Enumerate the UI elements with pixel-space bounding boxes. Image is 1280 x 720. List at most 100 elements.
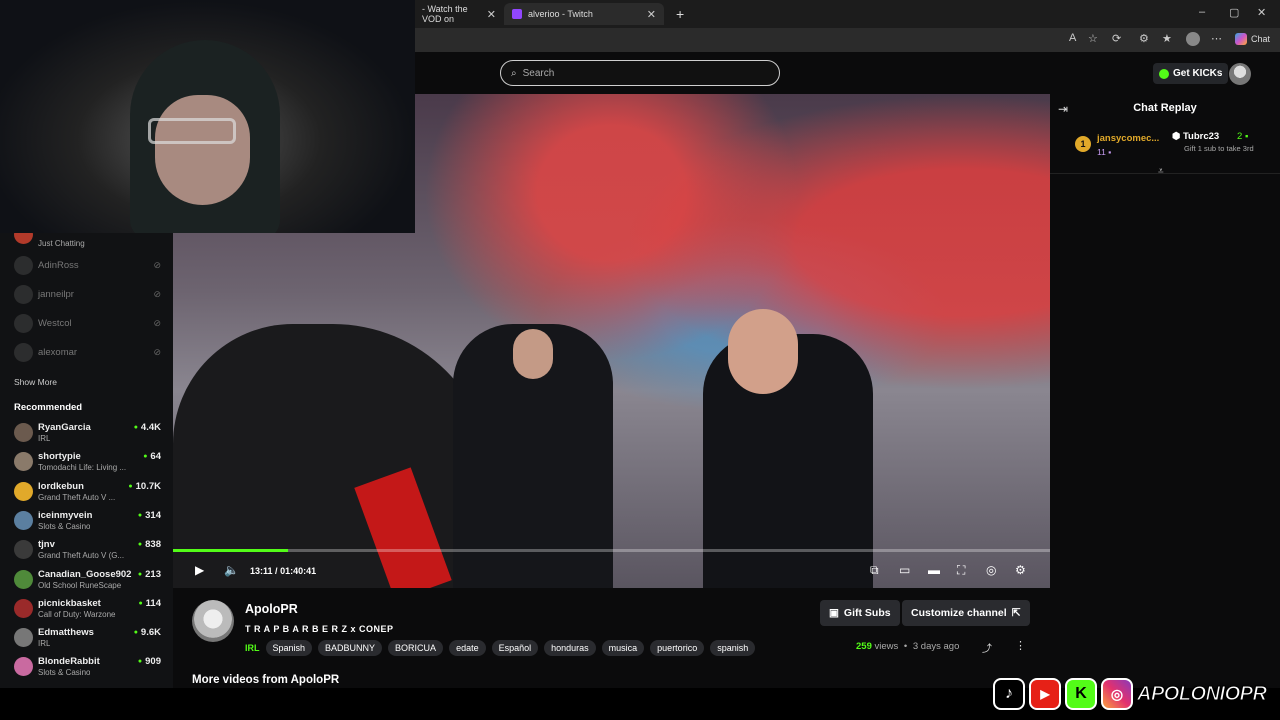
sidebar-recommended-item[interactable]: BlondeRabbitSlots & Casino 909: [14, 654, 164, 680]
sidebar-recommended-item[interactable]: RyanGarciaIRL 4.4K: [14, 420, 164, 446]
expand-leaderboard-icon[interactable]: ⩡: [1158, 166, 1164, 177]
sidebar-item-westcol[interactable]: Westcol ⊘: [14, 311, 164, 337]
social-handle: APOLONIOPR: [1136, 682, 1267, 705]
window-close-icon[interactable]: ✕: [1257, 6, 1266, 19]
tag-chip[interactable]: Spanish: [265, 640, 313, 656]
sidebar-recommended-item[interactable]: Canadian_Goose902Old School RuneScape 213: [14, 567, 164, 593]
sidebar-item-alexomar[interactable]: alexomar ⊘: [14, 340, 164, 366]
sidebar-recommended-item[interactable]: tjnvGrand Theft Auto V (G... 838: [14, 537, 164, 563]
close-icon[interactable]: ✕: [487, 8, 496, 21]
theater-mode-icon[interactable]: ▬: [928, 563, 940, 577]
chat-title: Chat Replay: [1133, 102, 1197, 114]
sidebar-item-category: Slots & Casino: [38, 521, 91, 531]
sidebar-recommended-item[interactable]: shortypieTomodachi Life: Living ... 64: [14, 449, 164, 475]
fullscreen-icon[interactable]: ⛶: [957, 563, 965, 578]
tiktok-icon: ♪: [993, 678, 1025, 710]
webcam-overlay: [0, 0, 415, 233]
customize-channel-button[interactable]: Customize channel ⇱: [902, 600, 1030, 626]
tag-chip[interactable]: Español: [491, 640, 539, 656]
sidebar-item-category: IRL: [38, 434, 51, 443]
get-kicks-button[interactable]: Get KICKs: [1153, 63, 1229, 84]
browser-tab-vod[interactable]: - Watch the VOD on ✕: [414, 3, 504, 25]
minimize-icon[interactable]: –: [1199, 6, 1205, 18]
video-progress-bar[interactable]: [173, 549, 1050, 552]
sidebar-item-category: Grand Theft Auto V (G...: [38, 551, 125, 561]
new-tab-button[interactable]: +: [668, 3, 692, 25]
refresh-icon[interactable]: ⟳: [1112, 32, 1121, 45]
leaderboard-name[interactable]: ⬢ Tubrc23: [1172, 131, 1219, 142]
time-current: 13:11: [250, 566, 273, 576]
close-icon[interactable]: ✕: [647, 8, 656, 21]
user-avatar[interactable]: [1229, 63, 1251, 85]
webcam-glasses: [148, 118, 236, 144]
webcam-face: [155, 95, 250, 205]
tag-chip[interactable]: BORICUA: [388, 640, 444, 656]
chat-panel: ⇥ Chat Replay 1 jansycomec... 11 ▪ ⬢ Tub…: [1050, 94, 1280, 688]
tag-chip[interactable]: honduras: [544, 640, 596, 656]
leaderboard-name[interactable]: jansycomec...: [1097, 133, 1159, 144]
separator-dot: •: [903, 641, 908, 652]
copilot-button[interactable]: Chat: [1234, 33, 1270, 45]
channel-name[interactable]: ApoloPR: [245, 602, 298, 616]
kicks-icon: [1159, 68, 1169, 79]
search-icon: ⌕: [511, 67, 517, 79]
search-placeholder: Search: [522, 67, 555, 79]
youtube-icon: ▶: [1029, 678, 1061, 710]
sidebar-item-name: janneilpr: [38, 289, 74, 300]
sidebar-recommended-item[interactable]: iceinmyveinSlots & Casino 314: [14, 508, 164, 534]
mini-player-icon[interactable]: ⧉: [870, 563, 879, 578]
leaderboard-count: 2 ▪: [1237, 131, 1248, 142]
volume-icon[interactable]: 🔈: [224, 563, 239, 577]
viewer-count: 9.6K: [134, 627, 161, 638]
tab-label: - Watch the VOD on: [422, 4, 468, 24]
sidebar-item-adinross[interactable]: AdinRoss ⊘: [14, 253, 164, 279]
time-separator: /: [275, 566, 278, 576]
search-input[interactable]: ⌕ Search: [500, 60, 780, 86]
sidebar-recommended-item[interactable]: picnickbasketCall of Duty: Warzone 114: [14, 596, 164, 622]
extensions-icon[interactable]: ⚙: [1139, 32, 1149, 45]
clip-icon[interactable]: ▭: [899, 563, 910, 577]
tag-chip[interactable]: edate: [449, 640, 486, 656]
viewer-count: 64: [143, 451, 161, 462]
playback-speed-icon[interactable]: ◎: [986, 563, 996, 577]
avatar: [14, 452, 33, 472]
category-link[interactable]: IRL: [245, 643, 260, 653]
video-stats: 259 views • 3 days ago: [856, 641, 959, 652]
share-icon[interactable]: ⤴: [982, 640, 992, 655]
show-more-button[interactable]: Show More: [14, 377, 57, 387]
favorite-star-icon[interactable]: ☆: [1088, 32, 1098, 45]
channel-avatar[interactable]: [192, 600, 234, 642]
external-link-icon: ⇱: [1011, 607, 1021, 619]
sidebar-recommended-item[interactable]: EdmatthewsIRL 9.6K: [14, 625, 164, 651]
tag-chip[interactable]: spanish: [710, 640, 756, 656]
shield-icon: ⬢: [1172, 131, 1181, 142]
settings-gear-icon[interactable]: ⚙: [1015, 563, 1026, 577]
customize-label: Customize channel: [911, 607, 1007, 619]
gift-subs-button[interactable]: ▣ Gift Subs: [820, 600, 900, 626]
sidebar-recommended-item[interactable]: lordkebunGrand Theft Auto V ... 10.7K: [14, 479, 164, 505]
leaderboard-name-text: Tubrc23: [1182, 131, 1220, 142]
tag-chip[interactable]: musica: [601, 640, 645, 656]
more-icon[interactable]: ⋯: [1211, 32, 1222, 45]
play-icon[interactable]: ▶: [195, 563, 204, 577]
avatar: [14, 628, 33, 648]
gift-count: 2: [1237, 131, 1243, 142]
tag-chip[interactable]: BADBUNNY: [318, 640, 383, 656]
more-options-icon[interactable]: ⋮: [1015, 639, 1026, 652]
collections-icon[interactable]: ★: [1162, 32, 1172, 45]
sidebar-item-name: RyanGarcia: [38, 422, 91, 433]
gift-icon: ▪: [1244, 131, 1249, 142]
avatar: [14, 285, 33, 304]
tag-chip[interactable]: puertorico: [650, 640, 705, 656]
viewer-count: 114: [138, 598, 161, 609]
video-frame-figure: [728, 309, 798, 394]
sidebar-item-name: picnickbasket: [38, 597, 101, 609]
read-aloud-icon[interactable]: A: [1069, 32, 1076, 44]
copilot-icon: [1234, 33, 1247, 45]
browser-tab-twitch[interactable]: alverioo - Twitch ✕: [504, 3, 664, 25]
sidebar-item-janneilpr[interactable]: janneilpr ⊘: [14, 282, 164, 308]
maximize-icon[interactable]: ▢: [1229, 6, 1239, 19]
bottom-strip: [0, 688, 1000, 720]
profile-icon[interactable]: [1186, 32, 1200, 46]
sidebar-item-name: iceinmyvein: [38, 509, 93, 521]
